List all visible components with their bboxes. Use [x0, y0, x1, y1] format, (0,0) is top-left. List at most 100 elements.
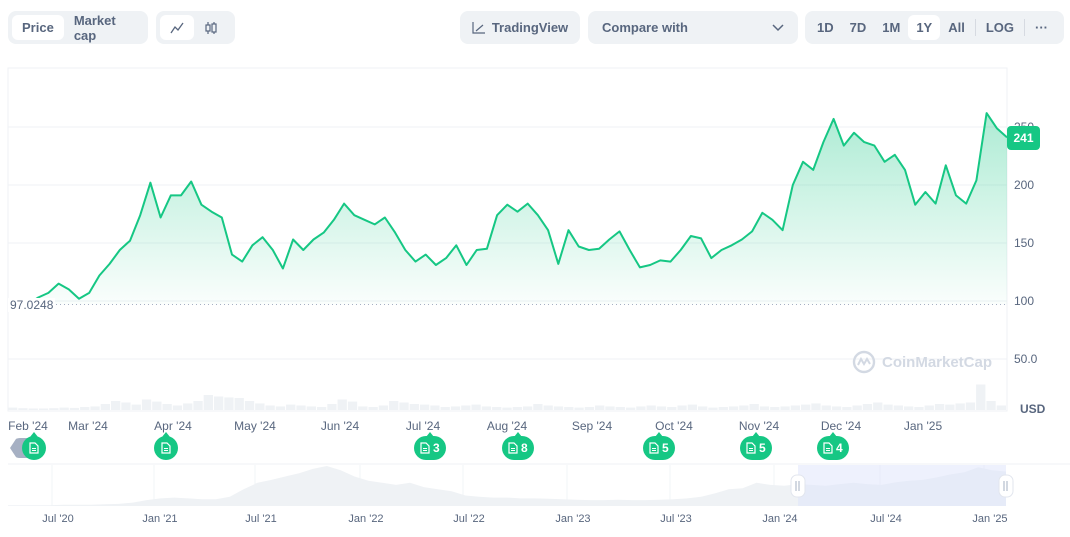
overview-tick-label: Jul '20: [42, 513, 73, 525]
volume-bar: [419, 404, 430, 410]
currency-label: USD: [1020, 402, 1046, 416]
volume-bar: [862, 404, 873, 410]
volume-bar: [770, 407, 780, 410]
watermark-text: CoinMarketCap: [882, 353, 993, 371]
volume-bar: [368, 407, 378, 410]
x-tick-label: Apr '24: [154, 419, 192, 433]
price-area: [28, 113, 1007, 305]
volume-bar: [656, 406, 667, 410]
x-tick-label: Nov '24: [739, 419, 780, 433]
volume-bar: [80, 407, 90, 410]
volume-bar: [904, 406, 914, 410]
volume-bar: [69, 407, 80, 410]
volume-bar: [224, 397, 234, 410]
volume-bar: [203, 395, 213, 410]
volume-bar: [121, 402, 131, 410]
volume-bar: [358, 406, 368, 410]
news-count: 5: [662, 441, 669, 455]
volume-bar: [131, 404, 141, 410]
x-tick-label: Jan '25: [904, 419, 943, 433]
document-icon: [29, 442, 39, 454]
volume-bar: [327, 404, 337, 410]
volume-bar: [337, 399, 347, 410]
overview-tick-label: Jan '24: [762, 513, 797, 525]
news-marker[interactable]: [154, 432, 178, 460]
volume-bar: [728, 406, 739, 410]
volume-bar: [172, 405, 183, 410]
volume-bar: [831, 406, 842, 410]
volume-bar: [502, 407, 512, 410]
volume-bar: [378, 405, 389, 410]
volume-bar: [389, 401, 399, 410]
volume-bar: [28, 408, 38, 410]
volume-bar: [677, 405, 687, 410]
volume-bar: [790, 405, 801, 410]
volume-bar: [409, 404, 419, 410]
volume-bar: [646, 405, 656, 410]
volume-bar: [18, 408, 28, 410]
y-tick-label: 150: [1014, 236, 1034, 250]
volume-bar: [275, 406, 286, 410]
y-tick-label: 50.0: [1014, 352, 1038, 366]
overview-tick-label: Jul '21: [245, 513, 276, 525]
news-marker[interactable]: 3: [414, 432, 446, 460]
volume-bar: [244, 401, 255, 410]
volume-bar: [842, 407, 852, 410]
news-marker[interactable]: [22, 432, 46, 460]
volume-bar: [986, 401, 996, 410]
volume-bar: [481, 406, 492, 410]
news-marker[interactable]: 5: [740, 432, 772, 460]
overview-tick-label: Jul '22: [453, 513, 484, 525]
volume-bar: [59, 407, 69, 410]
volume-bar: [687, 404, 698, 410]
x-tick-label: Jul '24: [406, 419, 441, 433]
volume-bar: [739, 405, 749, 410]
news-marker[interactable]: 5: [643, 432, 675, 460]
volume-bar: [811, 403, 821, 410]
overview-tick-label: Jul '24: [870, 513, 901, 525]
news-marker[interactable]: 8: [502, 432, 534, 460]
volume-bar: [533, 404, 543, 410]
volume-bar: [595, 405, 605, 410]
volume-bar: [193, 401, 203, 410]
document-icon: [420, 442, 430, 454]
volume-bar: [625, 407, 636, 410]
overview-handle-right[interactable]: [998, 474, 1014, 498]
volume-bar: [316, 407, 327, 410]
volume-bar: [110, 401, 121, 410]
start-price-label: 97.0248: [8, 298, 56, 312]
volume-bar: [234, 398, 244, 410]
volume-bar: [162, 404, 172, 410]
overview-handle-left[interactable]: [790, 474, 806, 498]
x-tick-label: Feb '24: [8, 419, 48, 433]
volume-bar: [286, 404, 296, 410]
overview-selection[interactable]: [798, 465, 1006, 506]
overview-x-ticks: Jul '20 Jan '21 Jul '21 Jan '22 Jul '22 Jan '…: [42, 513, 1007, 525]
volume-bar: [492, 407, 502, 410]
volume-bar: [347, 401, 358, 410]
volume-bar: [934, 404, 945, 410]
volume-bar: [564, 407, 574, 410]
volume-bar: [141, 399, 152, 410]
volume-bar: [759, 406, 770, 410]
volume-bar: [708, 407, 718, 410]
volume-bar: [49, 408, 59, 410]
volume-bar: [255, 403, 265, 410]
x-axis-ticks: Feb '24 Mar '24 Apr '24 May '24 Jun '24 Jul '…: [8, 419, 942, 433]
overview-tick-label: Jan '21: [142, 513, 177, 525]
volume-bar: [924, 405, 934, 410]
volume-bar: [38, 408, 49, 410]
news-marker[interactable]: 4: [817, 432, 849, 460]
overview-tick-label: Jan '25: [972, 513, 1007, 525]
volume-bar: [801, 404, 811, 410]
y-tick-label: 200: [1014, 178, 1034, 192]
volume-bar: [553, 406, 564, 410]
volume-bar: [512, 407, 522, 410]
volume-bar: [636, 406, 646, 410]
volume-bars: [8, 384, 1006, 410]
volume-bar: [574, 407, 584, 410]
volume-bar: [893, 405, 904, 410]
document-icon: [649, 442, 659, 454]
coinmarketcap-logo-icon: [852, 350, 876, 374]
document-icon: [508, 442, 518, 454]
